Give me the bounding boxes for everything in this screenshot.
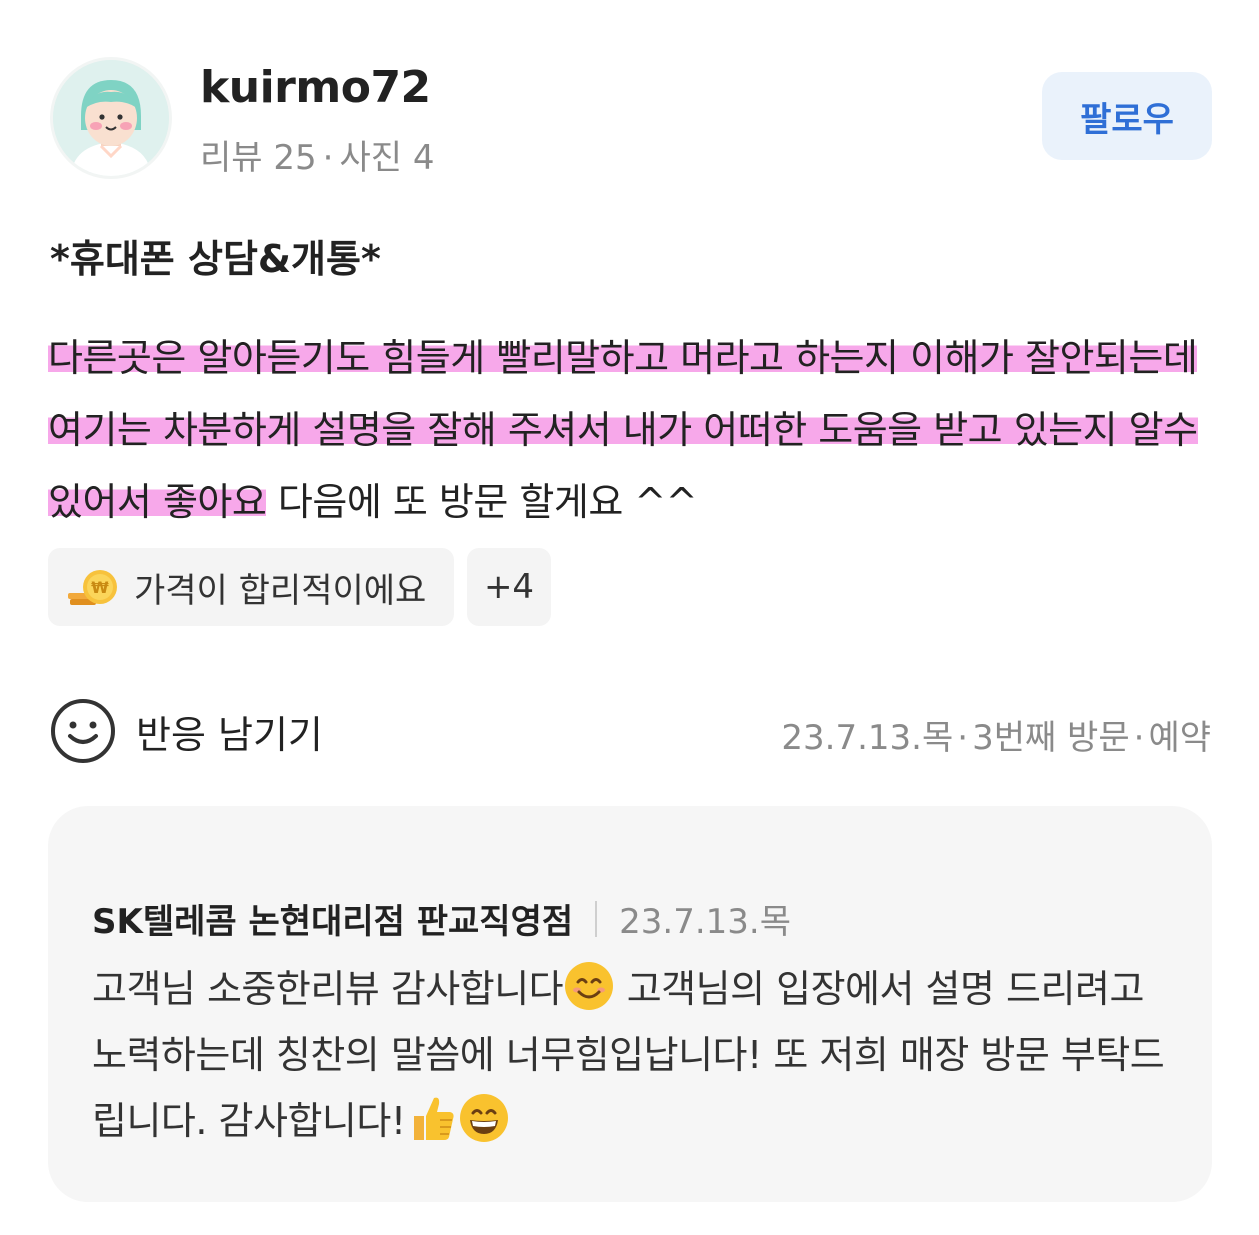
reaction-label: 반응 남기기 <box>136 712 323 757</box>
separator: · <box>1133 718 1145 758</box>
grinning-face-emoji-icon <box>459 1094 508 1142</box>
review-count: 리뷰 25 <box>200 138 317 178</box>
separator: · <box>957 718 969 758</box>
reply-text: 고객님 소중한리뷰 감사합니다 고객님의 입장에서 설명 드리려고 노력하는데 … <box>92 956 1182 1154</box>
review-text: 다음에 또 방문 할게요 ^^ <box>266 480 698 524</box>
visit-type: 예약 <box>1148 718 1211 758</box>
visit-date: 23.7.13.목 <box>781 718 954 758</box>
divider <box>595 900 598 937</box>
leave-reaction-button[interactable]: 반응 남기기 <box>50 698 323 764</box>
separator: · <box>322 138 334 178</box>
reply-store-name: SK텔레콤 논현대리점 판교직영점 <box>92 902 574 942</box>
smiling-face-emoji-icon <box>565 962 614 1010</box>
tag-label: 가격이 합리적이에요 <box>134 570 427 611</box>
photo-count: 사진 4 <box>339 138 435 178</box>
user-stats: 리뷰 25 · 사진 4 <box>200 130 434 179</box>
more-tags-button[interactable]: +4 <box>467 548 551 626</box>
thumbs-up-emoji-icon <box>413 1097 454 1140</box>
coin-icon: ₩ <box>68 570 117 605</box>
visit-meta: 23.7.13.목 · 3번째 방문 · 예약 <box>781 710 1211 759</box>
smile-icon <box>51 699 115 763</box>
keyword-tag[interactable]: ₩ 가격이 합리적이에요 <box>48 548 454 626</box>
reply-text-part: 고객님 소중한리뷰 감사합니다 <box>92 967 564 1011</box>
owner-reply: SK텔레콤 논현대리점 판교직영점 23.7.13.목 고객님 소중한리뷰 감사… <box>48 806 1212 1202</box>
username[interactable]: kuirmo72 <box>200 62 431 113</box>
follow-button[interactable]: 팔로우 <box>1042 72 1212 160</box>
review-body: 다른곳은 알아듣기도 힘들게 빨리말하고 머라고 하는지 이해가 잘안되는데 여… <box>48 322 1218 538</box>
reply-date: 23.7.13.목 <box>619 902 792 942</box>
avatar[interactable] <box>53 60 169 176</box>
visit-count: 3번째 방문 <box>972 718 1130 758</box>
reply-header: SK텔레콤 논현대리점 판교직영점 23.7.13.목 <box>92 894 791 943</box>
review-title: *휴대폰 상담&개통* <box>50 237 381 281</box>
svg-text:₩: ₩ <box>91 578 109 597</box>
